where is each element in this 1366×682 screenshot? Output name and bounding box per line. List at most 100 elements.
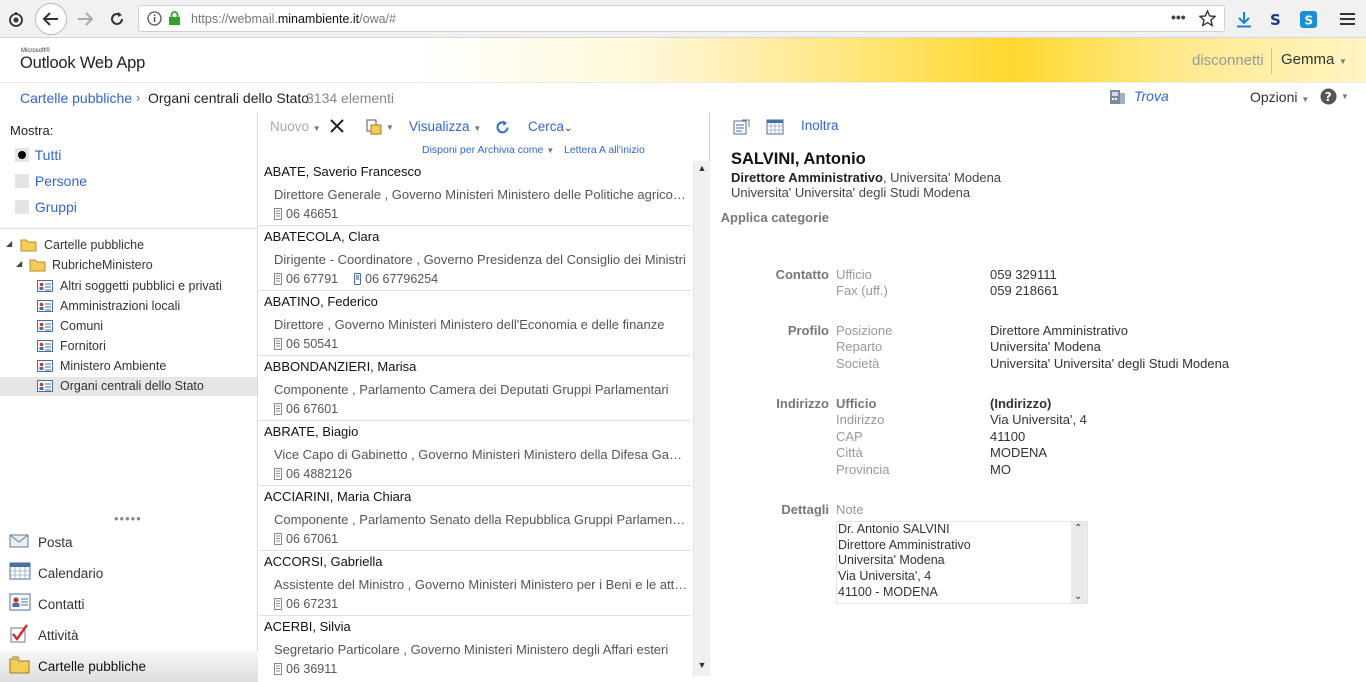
- filter-groups[interactable]: Gruppi: [15, 199, 77, 215]
- help-menu[interactable]: ? ▼: [1320, 88, 1349, 105]
- chevron-down-icon[interactable]: ▼: [1339, 57, 1347, 66]
- arrange-by-menu[interactable]: Disponi per Archivia come ▼: [422, 144, 554, 156]
- sort-order-toggle[interactable]: Lettera A all'inizio: [564, 144, 645, 156]
- list-item[interactable]: ACCORSI, Gabriella Assistente del Ministr…: [259, 551, 691, 616]
- breadcrumb-root-link[interactable]: Cartelle pubbliche: [20, 90, 132, 106]
- tree-label: Organi centrali dello Stato: [60, 379, 204, 393]
- nav-public-folders[interactable]: Cartelle pubbliche: [0, 651, 258, 682]
- tree-item-folder[interactable]: Altri soggetti pubblici e privati: [0, 277, 257, 296]
- pane-resize-handle[interactable]: •••••: [114, 511, 142, 526]
- nav-calendar[interactable]: Calendario: [0, 558, 258, 589]
- filter-label: Tutti: [34, 147, 62, 163]
- tree-label: Comuni: [60, 319, 104, 333]
- field-label: Città: [836, 445, 863, 460]
- options-label: Opzioni: [1250, 89, 1298, 105]
- list-scrollbar[interactable]: ▲ ▼: [693, 161, 710, 676]
- nav-mail[interactable]: Posta: [0, 527, 258, 558]
- notes-box[interactable]: Dr. Antonio SALVINI Direttore Amministrat…: [836, 521, 1088, 604]
- contact-name: SALVINI, Antonio: [731, 150, 866, 168]
- address-book-icon[interactable]: [1109, 89, 1126, 105]
- find-someone-link[interactable]: Trova: [1134, 88, 1169, 104]
- apply-categories-label[interactable]: Applica categorie: [719, 210, 829, 226]
- view-menu[interactable]: Visualizza ▼: [409, 119, 481, 134]
- list-item[interactable]: ABRATE, Biagio Vice Capo di Gabinetto , G…: [259, 421, 691, 486]
- business-phone: 06 67601: [274, 402, 338, 416]
- back-button[interactable]: [35, 3, 67, 35]
- extension-s-icon[interactable]: S: [1266, 10, 1284, 28]
- notes-line: Dr. Antonio SALVINI: [838, 522, 950, 536]
- options-menu[interactable]: Opzioni ▼: [1250, 89, 1309, 105]
- reload-button[interactable]: [107, 9, 127, 29]
- contact-folder-icon: [37, 359, 53, 373]
- notes-scrollbar[interactable]: ⌃ ⌄: [1071, 522, 1087, 603]
- scroll-down-arrow-icon[interactable]: ▼: [695, 660, 709, 676]
- tree-item-folder[interactable]: Organi centrali dello Stato: [0, 377, 257, 396]
- forward-button[interactable]: [75, 10, 95, 28]
- scroll-down-arrow-icon[interactable]: ⌄: [1074, 591, 1082, 602]
- tree-item-public-folders[interactable]: ◢ Cartelle pubbliche: [0, 237, 257, 255]
- street-value: Via Universita', 4: [990, 412, 1087, 427]
- radio-selected-icon: [15, 148, 29, 162]
- calendar-icon[interactable]: [766, 119, 784, 135]
- list-item[interactable]: ABBONDANZIERI, Marisa Componente , Parlam…: [259, 356, 691, 421]
- downloads-icon[interactable]: [1235, 10, 1253, 28]
- list-item[interactable]: ABATE, Saverio Francesco Direttore Genera…: [259, 161, 691, 226]
- filter-label: Gruppi: [34, 199, 77, 215]
- filter-all[interactable]: Tutti: [15, 147, 61, 163]
- bookmark-star-icon[interactable]: [1199, 10, 1216, 27]
- tor-onion-icon[interactable]: [7, 10, 25, 28]
- contact-name: ABATECOLA, Clara: [264, 229, 380, 244]
- building-phone-icon: [274, 208, 286, 220]
- contact-list-pane: Nuovo ▼ ▼ Visualizza ▼ Cerca⌄ Disponi pe…: [259, 113, 710, 676]
- nav-contacts[interactable]: Contatti: [0, 589, 258, 620]
- address-bar[interactable]: https://webmail.minambiente.it/owa/# •••: [138, 5, 1225, 32]
- tree-expanded-icon[interactable]: ◢: [16, 259, 22, 268]
- url-text: https://webmail.minambiente.it/owa/#: [191, 12, 396, 26]
- reload-icon: [111, 12, 123, 25]
- forward-button[interactable]: Inoltra: [801, 118, 839, 133]
- move-button[interactable]: ▼: [366, 119, 394, 138]
- menu-hamburger-icon[interactable]: [1338, 10, 1356, 28]
- skype-extension-icon[interactable]: S: [1298, 9, 1318, 29]
- building-phone-icon: [274, 338, 286, 350]
- contact-title: Direttore , Governo Ministeri Ministero …: [274, 317, 665, 332]
- contact-name: ABATINO, Federico: [264, 294, 378, 309]
- search-menu[interactable]: Cerca⌄: [528, 119, 572, 134]
- reading-pane: Inoltra SALVINI, Antonio Direttore Ammin…: [711, 113, 1366, 676]
- tree-item-folder[interactable]: Ministero Ambiente: [0, 357, 257, 376]
- tree-expanded-icon[interactable]: ◢: [6, 239, 12, 248]
- contact-name: ACCIARINI, Maria Chiara: [264, 489, 412, 504]
- tree-item-folder[interactable]: Fornitori: [0, 337, 257, 356]
- user-menu[interactable]: Gemma: [1281, 51, 1334, 68]
- nav-label: Posta: [38, 535, 73, 550]
- tree-item-folder[interactable]: Amministrazioni locali: [0, 297, 257, 316]
- list-item[interactable]: ABATINO, Federico Direttore , Governo Min…: [259, 291, 691, 356]
- filter-people[interactable]: Persone: [15, 173, 87, 189]
- radio-icon: [15, 200, 29, 214]
- tree-label: Amministrazioni locali: [60, 299, 181, 313]
- office-phone[interactable]: 059 329111: [990, 267, 1057, 282]
- edit-contact-icon[interactable]: [733, 119, 750, 135]
- move-to-folder-icon: [366, 119, 382, 135]
- section-details: Dettagli: [781, 502, 829, 517]
- building-phone-icon: [274, 403, 286, 415]
- list-item[interactable]: ACCIARINI, Maria Chiara Componente , Parl…: [259, 486, 691, 551]
- scroll-up-arrow-icon[interactable]: ⌃: [1074, 523, 1082, 534]
- list-item[interactable]: ACERBI, Silvia Segretario Particolare , G…: [259, 616, 691, 676]
- page-actions-icon[interactable]: •••: [1171, 9, 1186, 25]
- new-button[interactable]: Nuovo ▼: [270, 119, 321, 134]
- notes-text: Dr. Antonio SALVINI Direttore Amministrat…: [838, 522, 1070, 601]
- sign-out-link[interactable]: disconnetti: [1192, 52, 1264, 69]
- info-icon[interactable]: [147, 11, 162, 26]
- delete-button[interactable]: [330, 119, 344, 133]
- scroll-up-arrow-icon[interactable]: ▲: [695, 163, 709, 179]
- tree-item-folder[interactable]: Comuni: [0, 317, 257, 336]
- chevron-down-icon: ▼: [312, 124, 321, 133]
- breadcrumb-current: Organi centrali dello Stato: [148, 90, 310, 106]
- nav-tasks[interactable]: Attività: [0, 620, 258, 651]
- refresh-button[interactable]: [495, 120, 510, 135]
- tree-item-rubriche[interactable]: ◢ RubricheMinistero: [0, 257, 257, 275]
- contact-folder-icon: [37, 279, 53, 293]
- list-item[interactable]: ABATECOLA, Clara Dirigente - Coordinatore…: [259, 226, 691, 291]
- contact-list: ABATE, Saverio Francesco Direttore Genera…: [259, 161, 691, 676]
